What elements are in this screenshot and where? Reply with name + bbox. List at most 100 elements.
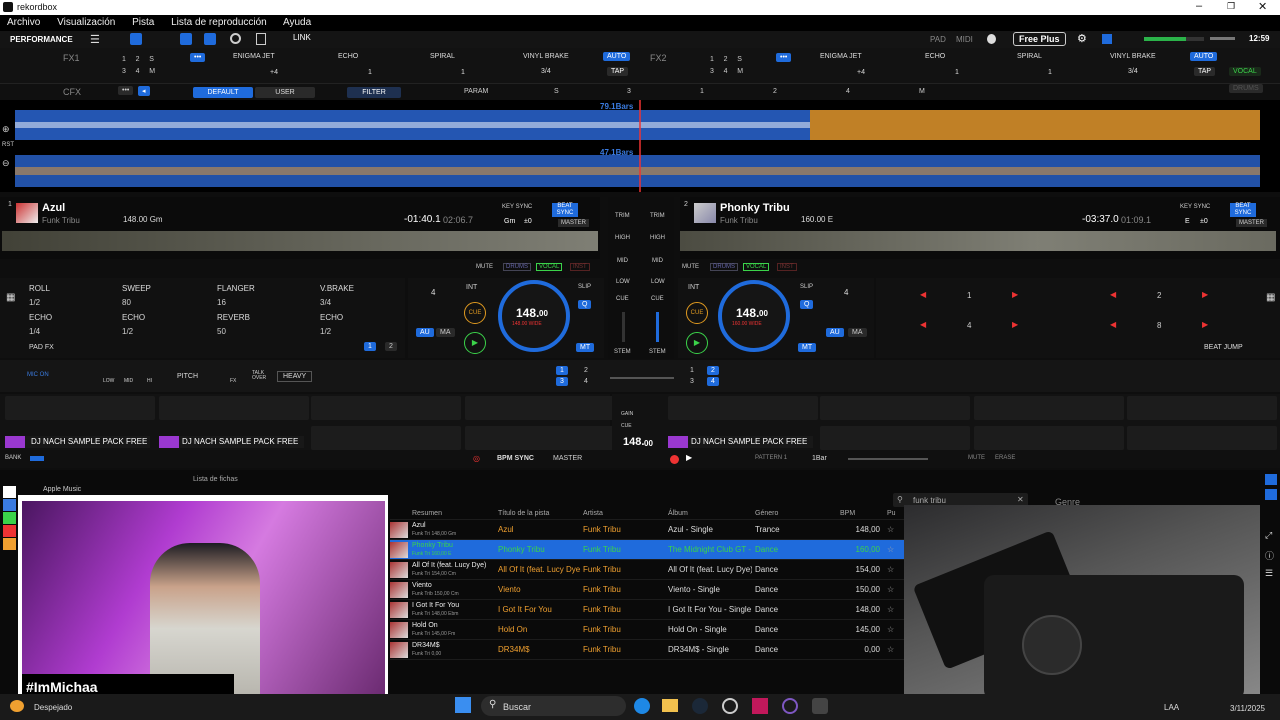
fx2-num-1[interactable]: 1 (710, 56, 714, 63)
col-artista[interactable]: Artista (580, 508, 665, 520)
mixer-stem-1[interactable]: STEM (614, 349, 631, 355)
fx2-effect-4[interactable]: VINYL BRAKE (1110, 53, 1156, 60)
channel1-fader[interactable] (622, 312, 625, 342)
deck2-mute[interactable]: MUTE (682, 264, 699, 270)
deck1-mute[interactable]: MUTE (476, 264, 493, 270)
beatjump-back-8[interactable]: ◀ (1110, 320, 1116, 329)
zoom-in-icon[interactable]: ⊕ (2, 124, 10, 135)
fx1-tap-button[interactable]: TAP (607, 67, 629, 76)
rekordbox-taskbar-icon[interactable] (812, 698, 828, 714)
deck-select-r1[interactable]: 1 (690, 367, 694, 374)
sampler-slot-11[interactable] (974, 396, 1124, 420)
deck1-key-sync[interactable]: KEY SYNC (502, 204, 532, 210)
mixer-stem-2[interactable]: STEM (649, 349, 666, 355)
sampler-slot-8[interactable] (465, 426, 615, 450)
clear-search-icon[interactable]: ✕ (1017, 495, 1024, 504)
cfx-tab-default[interactable]: DEFAULT (193, 87, 253, 98)
deck-select-r4[interactable]: 4 (707, 377, 719, 386)
deck-select-2[interactable]: 2 (584, 367, 588, 374)
cfx-filter-button[interactable]: FILTER (347, 87, 401, 98)
rating-star-icon[interactable]: ☆ (884, 579, 905, 600)
deck1-cue-button[interactable]: CUE (464, 302, 486, 324)
menu-visualizacion[interactable]: Visualización (57, 17, 115, 28)
sampler-slot-12[interactable] (1127, 396, 1277, 420)
pad-fx-5[interactable]: ECHO 1/4 (29, 313, 119, 336)
deck1-vocal[interactable]: VOCAL (536, 263, 563, 271)
search-input[interactable]: funk tribu (913, 496, 946, 505)
fx1-effect-3[interactable]: SPIRAL (430, 53, 455, 60)
deck1-manual[interactable]: MA (436, 328, 455, 337)
fx1-num-2[interactable]: 2 (136, 56, 140, 63)
rating-star-icon[interactable]: ☆ (884, 539, 905, 560)
rating-star-icon[interactable]: ☆ (884, 639, 905, 660)
pad-label[interactable]: PAD (930, 35, 946, 44)
deck2-auto[interactable]: AU (826, 328, 844, 337)
table-row[interactable]: I Got It For You Funk Tri 148,00 Ebm I Got… (390, 599, 905, 620)
fx1-num-3[interactable]: 3 (122, 68, 126, 75)
deck2-beat-sync[interactable]: BEAT SYNC (1230, 203, 1256, 217)
rating-star-icon[interactable]: ☆ (884, 519, 905, 540)
deck2-slip[interactable]: SLIP (800, 284, 813, 290)
menu-archivo[interactable]: Archivo (7, 17, 40, 28)
bpm-sync-button[interactable]: BPM SYNC (497, 455, 534, 462)
pad-page-2[interactable]: 2 (385, 342, 397, 351)
weather-text[interactable]: Despejado (34, 703, 72, 712)
beatjump-fwd-8[interactable]: ▶ (1202, 320, 1208, 329)
edge-browser-icon[interactable] (634, 698, 650, 714)
fx1-num-m[interactable]: M (149, 68, 155, 75)
windows-start-icon[interactable] (455, 697, 471, 713)
seq-position-slider[interactable] (848, 458, 928, 460)
layout-menu-icon[interactable]: ☰ (90, 33, 100, 46)
reset-zoom-button[interactable]: RST (2, 142, 14, 148)
deck1-slip[interactable]: SLIP (578, 284, 591, 290)
deck2-master-button[interactable]: MASTER (1236, 219, 1268, 227)
deck2-drums[interactable]: DRUMS (710, 263, 738, 271)
deck2-cue-button[interactable]: CUE (686, 302, 708, 324)
fx2-num-m[interactable]: M (737, 68, 743, 75)
side-explorer-icon[interactable] (3, 512, 16, 524)
table-row[interactable]: Azul Funk Tri 148,00 Gm Azul Funk Tribu Azul… (390, 519, 905, 540)
sampler-slot-15[interactable] (974, 426, 1124, 450)
mode-selector[interactable]: PERFORMANCE (10, 35, 73, 44)
pad-fx-7[interactable]: REVERB 50 (217, 313, 307, 336)
sampler-view-icon[interactable] (256, 33, 266, 45)
close-button[interactable]: ✕ (1258, 0, 1267, 13)
table-row[interactable]: Viento Funk Trib 150,00 Cm Viento Funk Trib… (390, 579, 905, 600)
app-red-icon[interactable] (752, 698, 768, 714)
deck-select-r2[interactable]: 2 (707, 366, 719, 375)
deck2-overview-waveform[interactable] (680, 231, 1276, 251)
deck2-master-tempo[interactable]: MT (798, 343, 817, 352)
table-row[interactable]: DR34M$ Funk Tri 0,00 DR34M$ Funk Tribu DR34M… (390, 639, 905, 660)
deck-select-r3[interactable]: 3 (690, 378, 694, 385)
obs-icon[interactable] (722, 698, 738, 714)
seq-mute-button[interactable]: MUTE (968, 455, 985, 461)
beatjump-back-2[interactable]: ◀ (1110, 290, 1116, 299)
channel2-fader[interactable] (656, 312, 659, 342)
beatjump-fwd-2[interactable]: ▶ (1202, 290, 1208, 299)
fx2-effect-2[interactable]: ECHO (925, 53, 945, 60)
col-resumen[interactable]: Resumen (390, 508, 495, 520)
pad-page-1[interactable]: 1 (364, 342, 376, 351)
side-soundcloud-icon[interactable] (3, 538, 16, 550)
table-row[interactable]: Phonky Tribu Funk Tri 160,00 E Phonky Trib… (390, 539, 905, 560)
deck2-vocal[interactable]: VOCAL (743, 263, 770, 271)
deck-select-4[interactable]: 4 (584, 378, 588, 385)
fx1-effect-1[interactable]: ENIGMA JET (233, 53, 275, 60)
taskbar-search-box[interactable]: ⚲ Buscar (481, 696, 626, 716)
fx2-drums-button[interactable]: DRUMS (1229, 84, 1263, 93)
col-album[interactable]: Álbum (665, 508, 752, 520)
sampler-slot-13[interactable]: DJ NACH SAMPLE PACK FREE 3 (668, 436, 813, 458)
right-link-icon[interactable] (1265, 489, 1277, 500)
col-pu[interactable]: Pu (884, 508, 905, 520)
fx2-effect-3[interactable]: SPIRAL (1017, 53, 1042, 60)
pad-grid-icon-right[interactable]: ▦ (1266, 292, 1275, 303)
fx1-num-1[interactable]: 1 (122, 56, 126, 63)
zoom-out-icon[interactable]: ⊖ (2, 158, 10, 169)
bank-indicator[interactable] (30, 456, 44, 461)
mixer-view-icon[interactable] (204, 33, 216, 45)
monitor-icon[interactable] (1102, 34, 1112, 44)
link-button[interactable]: LINK (293, 33, 311, 42)
sampler-slot-10[interactable] (820, 396, 970, 420)
settings-gear-icon[interactable]: ⚙ (1077, 32, 1087, 45)
seq-erase-button[interactable]: ERASE (995, 455, 1015, 461)
